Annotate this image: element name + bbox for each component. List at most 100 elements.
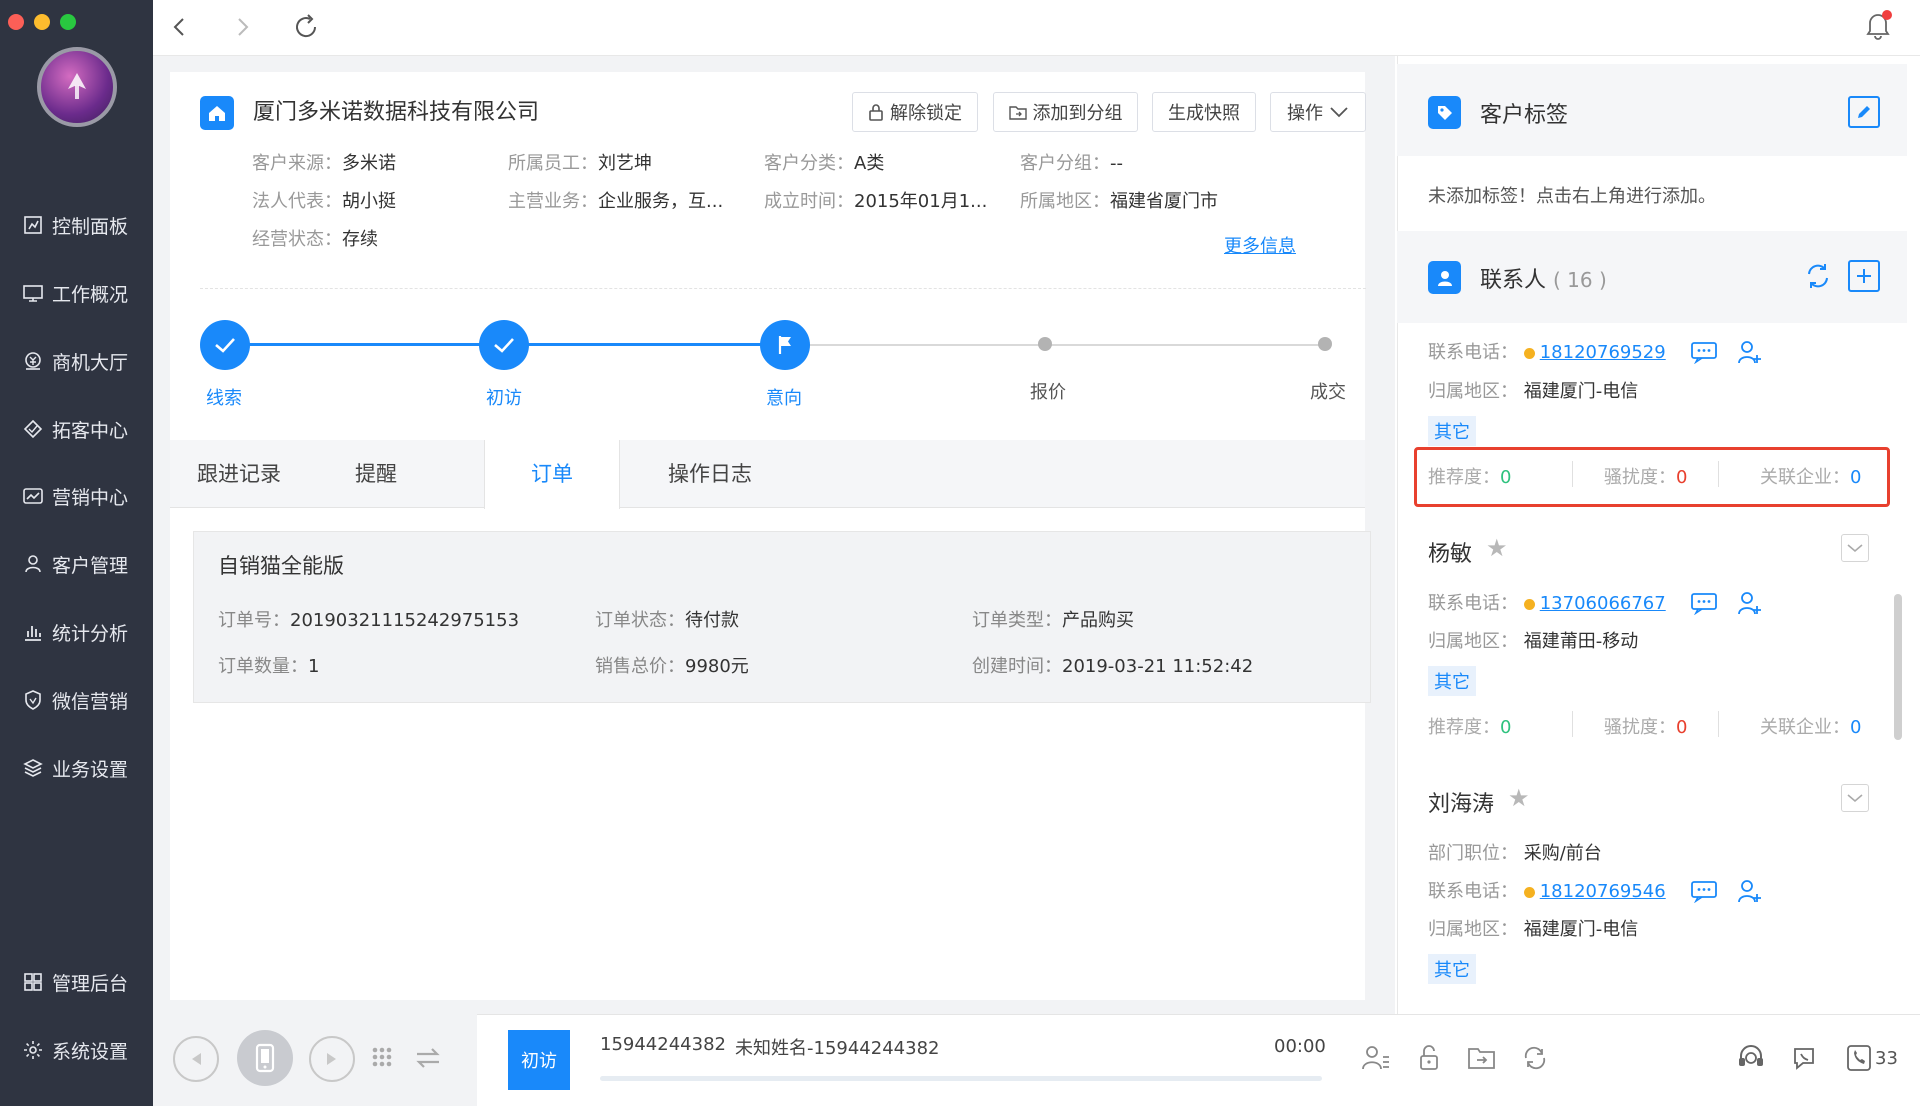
phone-device-button[interactable] xyxy=(237,1030,293,1086)
sidebar-item-label: 拓客中心 xyxy=(52,419,129,442)
voice-message-button[interactable] xyxy=(1790,1042,1822,1074)
sidebar-item-prospecting[interactable]: 拓客中心 xyxy=(0,409,153,449)
info-founded: 成立时间：2015年01月1... xyxy=(764,190,987,214)
callback-button[interactable] xyxy=(1519,1042,1551,1074)
sidebar-item-overview[interactable]: 工作概况 xyxy=(0,273,153,313)
add-person-button[interactable] xyxy=(1736,338,1762,370)
shield-icon xyxy=(25,690,41,710)
more-info-link[interactable]: 更多信息 xyxy=(1224,232,1296,258)
dialpad-icon xyxy=(372,1047,392,1067)
step-lead[interactable] xyxy=(200,320,250,370)
phone-link[interactable]: 13706066767 xyxy=(1540,593,1666,614)
back-button[interactable] xyxy=(165,12,195,42)
sidebar-item-admin[interactable]: 管理后台 xyxy=(0,962,153,1002)
sidebar-item-label: 管理后台 xyxy=(52,972,129,995)
add-person-button[interactable] xyxy=(1736,877,1762,909)
sidebar-item-label: 营销中心 xyxy=(52,486,129,509)
metrics-highlight-box xyxy=(1414,447,1890,507)
detail-tabs: 跟进记录 提醒 订单 操作日志 xyxy=(170,440,1365,509)
notification-button[interactable] xyxy=(1863,10,1893,40)
metric-key: 骚扰度： xyxy=(1604,717,1676,738)
step-label-deal: 成交 xyxy=(1310,382,1346,403)
contact-3-name: 刘海涛 xyxy=(1428,792,1495,817)
star-icon[interactable]: ★ xyxy=(1508,784,1530,812)
tab-operation-log[interactable]: 操作日志 xyxy=(620,440,800,508)
edit-tags-button[interactable] xyxy=(1848,96,1880,128)
trend-icon xyxy=(23,488,43,504)
order-value: 2019-03-21 11:52:42 xyxy=(1062,656,1254,677)
step-quote[interactable] xyxy=(1038,337,1052,351)
contact-2-recommend: 推荐度：0 xyxy=(1428,713,1511,739)
info-value: 企业服务，互... xyxy=(598,191,724,212)
customer-service-button[interactable] xyxy=(1735,1042,1767,1074)
maximize-window-button[interactable] xyxy=(60,14,76,30)
phone-link[interactable]: 18120769529 xyxy=(1540,342,1666,363)
sidebar-item-opportunities[interactable]: 商机大厅 xyxy=(0,341,153,381)
star-icon[interactable]: ★ xyxy=(1486,534,1508,562)
step-intent[interactable] xyxy=(760,320,810,370)
sidebar-item-business-settings[interactable]: 业务设置 xyxy=(0,748,153,788)
operate-dropdown[interactable]: 操作 xyxy=(1270,92,1366,132)
contact-3-region: 归属地区： 福建厦门-电信 xyxy=(1428,915,1638,941)
sidebar-item-wechat[interactable]: 微信营销 xyxy=(0,680,153,720)
contacts-scrollbar[interactable] xyxy=(1894,594,1902,740)
minimize-window-button[interactable] xyxy=(34,14,50,30)
order-status: 订单状态：待付款 xyxy=(595,606,739,632)
contact-3-dept: 部门职位： 采购/前台 xyxy=(1428,839,1602,865)
step-first-visit[interactable] xyxy=(479,320,529,370)
refresh-icon xyxy=(296,14,317,38)
sidebar-item-label: 业务设置 xyxy=(52,758,129,781)
move-to-folder-button[interactable] xyxy=(1466,1042,1498,1074)
lock-call-button[interactable] xyxy=(1413,1042,1445,1074)
headset-icon xyxy=(1739,1045,1763,1066)
refresh-button[interactable] xyxy=(291,12,321,42)
swap-icon xyxy=(416,1048,440,1068)
tab-follow-up[interactable]: 跟进记录 xyxy=(170,440,308,508)
sidebar-item-customers[interactable]: 客户管理 xyxy=(0,544,153,584)
tag-icon xyxy=(1428,96,1461,129)
message-icon xyxy=(1691,881,1717,904)
chevron-down-icon xyxy=(1847,794,1863,803)
sidebar-item-label: 微信营销 xyxy=(52,690,129,713)
chevron-right-icon xyxy=(238,18,249,36)
tab-orders[interactable]: 订单 xyxy=(484,440,620,509)
contact-2-phone: 联系电话： 13706066767 xyxy=(1428,589,1666,615)
close-window-button[interactable] xyxy=(8,14,24,30)
next-button[interactable] xyxy=(309,1036,355,1082)
order-key: 创建时间： xyxy=(972,656,1062,677)
unlock-button[interactable]: 解除锁定 xyxy=(852,92,978,132)
snapshot-button[interactable]: 生成快照 xyxy=(1152,92,1256,132)
dialpad-button[interactable] xyxy=(370,1046,394,1076)
previous-button[interactable] xyxy=(173,1036,219,1082)
triangle-left-icon xyxy=(192,1053,201,1065)
sidebar-item-statistics[interactable]: 统计分析 xyxy=(0,612,153,652)
info-legal-rep: 法人代表：胡小挺 xyxy=(252,190,396,214)
refresh-contacts-button[interactable] xyxy=(1802,260,1834,292)
transfer-button[interactable] xyxy=(413,1044,443,1076)
sms-button[interactable] xyxy=(1690,591,1718,619)
contact-card-button[interactable] xyxy=(1360,1042,1392,1074)
phone-link[interactable]: 18120769546 xyxy=(1540,881,1666,902)
snapshot-label: 生成快照 xyxy=(1168,103,1240,124)
forward-button[interactable] xyxy=(227,12,257,42)
expand-contact-3-button[interactable] xyxy=(1841,784,1869,812)
phone-book-icon xyxy=(1847,1045,1871,1071)
call-stage-button[interactable]: 初访 xyxy=(508,1030,570,1090)
sidebar-item-dashboard[interactable]: 控制面板 xyxy=(0,205,153,245)
expand-contact-2-button[interactable] xyxy=(1841,534,1869,562)
contact-3-phone: 联系电话： 18120769546 xyxy=(1428,877,1666,903)
add-to-group-button[interactable]: 添加到分组 xyxy=(993,92,1138,132)
tab-reminders[interactable]: 提醒 xyxy=(308,440,444,508)
sms-button[interactable] xyxy=(1690,879,1718,907)
avatar[interactable] xyxy=(37,47,117,127)
call-timer: 00:00 xyxy=(1274,1036,1326,1057)
call-log-button[interactable]: 33 xyxy=(1845,1042,1901,1074)
add-contact-button[interactable] xyxy=(1848,260,1880,292)
contact-1-tag: 其它 xyxy=(1428,416,1476,446)
sidebar-item-system-settings[interactable]: 系统设置 xyxy=(0,1030,153,1070)
sms-button[interactable] xyxy=(1690,340,1718,368)
step-deal[interactable] xyxy=(1318,337,1332,351)
add-person-button[interactable] xyxy=(1736,589,1762,621)
sidebar-item-marketing[interactable]: 营销中心 xyxy=(0,476,153,516)
flag-icon xyxy=(778,336,791,354)
